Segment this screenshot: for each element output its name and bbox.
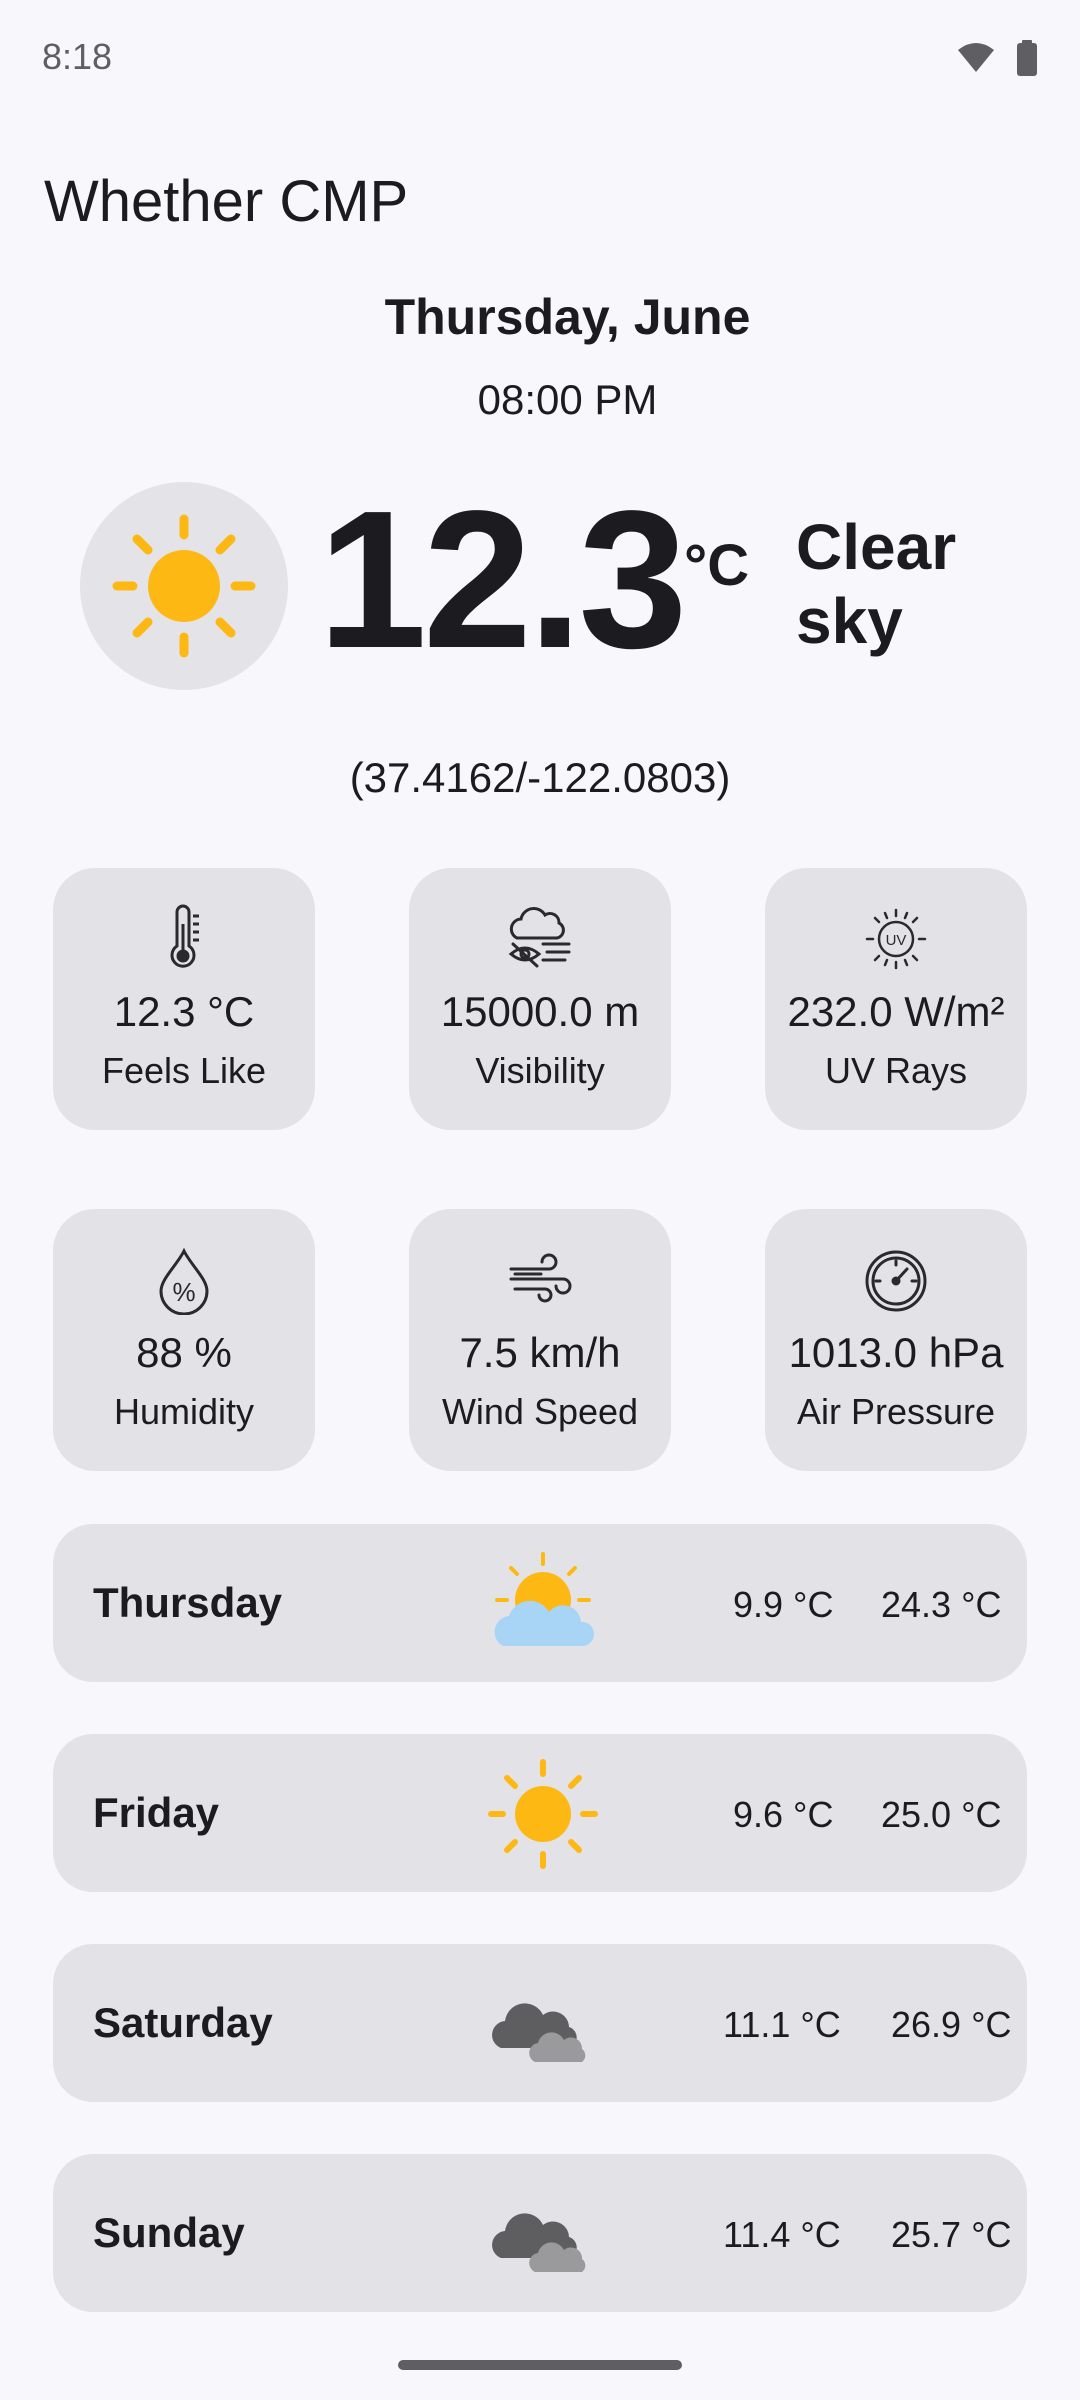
metric-tile-visibility: 15000.0 m Visibility bbox=[409, 868, 671, 1130]
current-date: Thursday, June bbox=[384, 289, 751, 345]
humidity-icon: % bbox=[159, 1247, 209, 1315]
metric-label: Air Pressure bbox=[796, 1391, 996, 1432]
metric-tile-humidity: % 88 % Humidity bbox=[53, 1209, 315, 1471]
metric-value: 15000.0 m bbox=[440, 988, 640, 1035]
svg-text:%: % bbox=[172, 1277, 195, 1307]
sun-icon bbox=[112, 514, 256, 658]
metric-label: Humidity bbox=[113, 1391, 255, 1432]
current-weather-hero: 12.3 °C Clear sky bbox=[0, 470, 1080, 700]
visibility-icon bbox=[508, 907, 571, 968]
cloudy-icon bbox=[492, 2213, 586, 2272]
forecast-row-sunday[interactable]: Sunday 11.4 °C 25.7 °C bbox=[53, 2154, 1027, 2312]
metric-tile-feels-like: 12.3 °C Feels Like bbox=[53, 868, 315, 1130]
battery-icon bbox=[1017, 40, 1037, 76]
metric-label: Visibility bbox=[475, 1050, 605, 1091]
metric-value: 12.3 °C bbox=[113, 988, 255, 1035]
uv-icon: UV bbox=[865, 908, 927, 970]
app-title: Whether CMP bbox=[44, 169, 409, 234]
partly-cloudy-icon bbox=[494, 1552, 595, 1646]
gesture-navigation-handle[interactable] bbox=[398, 2360, 682, 2370]
forecast-day-name: Thursday bbox=[93, 1579, 283, 1626]
svg-text:UV: UV bbox=[886, 932, 907, 949]
forecast-min-temp: 9.9 °C bbox=[733, 1584, 834, 1625]
forecast-day-name: Sunday bbox=[93, 2209, 245, 2256]
current-time: 08:00 PM bbox=[477, 376, 658, 423]
thermometer-icon bbox=[170, 904, 199, 968]
metric-value: 1013.0 hPa bbox=[788, 1329, 1004, 1376]
current-temperature: 12.3 bbox=[318, 470, 687, 689]
forecast-min-temp: 11.4 °C bbox=[723, 2214, 841, 2255]
status-bar: 8:18 bbox=[0, 0, 1080, 120]
wifi-icon bbox=[958, 43, 994, 72]
metric-tile-uv-rays: UV 232.0 W/m² UV Rays bbox=[765, 868, 1027, 1130]
current-weather-icon-container bbox=[80, 482, 288, 690]
forecast-max-temp: 25.7 °C bbox=[891, 2214, 1012, 2255]
wind-icon bbox=[509, 1253, 572, 1303]
temperature-unit: °C bbox=[684, 533, 750, 598]
forecast-min-temp: 11.1 °C bbox=[723, 2004, 841, 2045]
forecast-max-temp: 26.9 °C bbox=[891, 2004, 1012, 2045]
forecast-row-saturday[interactable]: Saturday 11.1 °C 26.9 °C bbox=[53, 1944, 1027, 2102]
metric-value: 7.5 km/h bbox=[459, 1329, 621, 1376]
location-coordinates: (37.4162/-122.0803) bbox=[349, 754, 731, 801]
metric-value: 88 % bbox=[136, 1329, 232, 1376]
forecast-max-temp: 24.3 °C bbox=[881, 1584, 1002, 1625]
forecast-row-thursday[interactable]: Thursday 9.9 °C 24.3 °C bbox=[53, 1524, 1027, 1682]
forecast-day-name: Friday bbox=[93, 1789, 220, 1836]
forecast-min-temp: 9.6 °C bbox=[733, 1794, 834, 1835]
metric-tile-air-pressure: 1013.0 hPa Air Pressure bbox=[765, 1209, 1027, 1471]
metric-label: Wind Speed bbox=[441, 1391, 639, 1432]
status-time: 8:18 bbox=[42, 36, 113, 77]
cloudy-icon bbox=[492, 2003, 586, 2062]
sun-icon bbox=[488, 1759, 598, 1869]
metric-tile-wind-speed: 7.5 km/h Wind Speed bbox=[409, 1209, 671, 1471]
forecast-day-name: Saturday bbox=[93, 1999, 273, 2046]
status-icons bbox=[956, 40, 1038, 76]
metric-value: 232.0 W/m² bbox=[787, 988, 1005, 1035]
metric-label: Feels Like bbox=[101, 1050, 267, 1091]
weather-condition: Clear sky bbox=[796, 511, 957, 658]
pressure-gauge-icon bbox=[865, 1250, 927, 1312]
forecast-max-temp: 25.0 °C bbox=[881, 1794, 1002, 1835]
forecast-row-friday[interactable]: Friday 9.6 °C 25.0 °C bbox=[53, 1734, 1027, 1892]
metric-label: UV Rays bbox=[824, 1050, 968, 1091]
